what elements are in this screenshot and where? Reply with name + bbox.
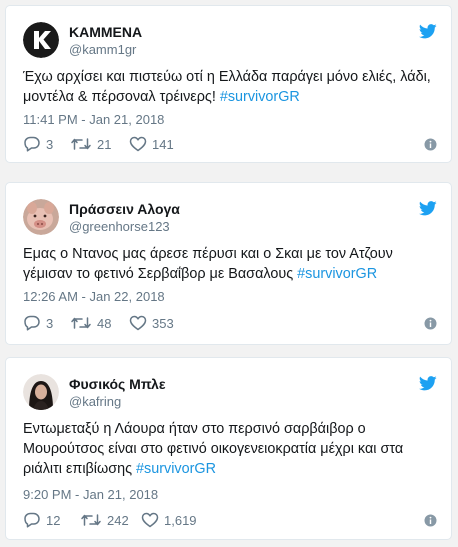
tweet-text-line: μοντέλα & πέρσοναλ τρέινερς!: [23, 89, 220, 105]
author-names: Φυσικός Μπλε @kafring: [69, 376, 165, 410]
author-names: ΚΑΜΜΕΝΑ @kamm1gr: [69, 24, 142, 58]
author-names: Πράσσειν Αλογα @greenhorse123: [69, 201, 180, 235]
tweet-card[interactable]: ΚΑΜΜΕΝΑ @kamm1gr Έχω αρχίσει και πιστεύω…: [5, 5, 452, 163]
retweet-icon: [71, 138, 91, 150]
heart-icon: [129, 136, 147, 152]
tweet-feed: ΚΑΜΜΕΝΑ @kamm1gr Έχω αρχίσει και πιστεύω…: [0, 0, 458, 547]
reply-icon: [24, 136, 40, 152]
user-handle[interactable]: @greenhorse123: [69, 218, 180, 235]
tweet-actions: 3 48 353: [23, 315, 437, 333]
reply-button[interactable]: 3: [23, 315, 53, 331]
reply-button[interactable]: 3: [23, 136, 53, 152]
heart-icon: [129, 315, 147, 331]
tweet-timestamp[interactable]: 12:26 AM - Jan 22, 2018: [23, 289, 165, 304]
reply-button[interactable]: 12: [23, 512, 60, 528]
tweet-text: Εντωμεταξύ η Λάουρα ήταν στο περσινό σαρ…: [23, 419, 437, 479]
like-count: 141: [152, 136, 174, 152]
reply-count: 3: [46, 315, 54, 331]
tweet-text-line: Έχω αρχίσει και πιστεύω οτί η Ελλάδα παρ…: [23, 69, 431, 85]
like-count: 1,619: [164, 512, 197, 528]
tweet-text-line: ριάλιτι επιβίωσης: [23, 461, 137, 477]
info-icon[interactable]: [424, 514, 437, 527]
like-button[interactable]: 353: [129, 315, 174, 331]
like-button[interactable]: 1,619: [141, 512, 197, 528]
twitter-bird-icon[interactable]: [419, 376, 437, 391]
info-icon[interactable]: [424, 138, 437, 151]
retweet-count: 48: [97, 315, 112, 331]
retweet-count: 21: [97, 136, 112, 152]
reply-icon: [24, 512, 40, 528]
like-button[interactable]: 141: [129, 136, 174, 152]
reply-count: 12: [46, 512, 61, 528]
retweet-icon: [71, 317, 91, 329]
tweet-actions: 3 21 141: [23, 136, 437, 154]
retweet-count: 242: [107, 512, 129, 528]
tweet-timestamp[interactable]: 11:41 PM - Jan 21, 2018: [23, 112, 164, 127]
reply-icon: [24, 315, 40, 331]
tweet-timestamp[interactable]: 9:20 PM - Jan 21, 2018: [23, 487, 158, 502]
tweet-text: Εμας ο Ντανος μας άρεσε πέρυσι και ο Σκα…: [23, 244, 437, 284]
kammena-logo-avatar[interactable]: [23, 22, 59, 58]
user-handle[interactable]: @kafring: [69, 393, 165, 410]
tweet-text: Έχω αρχίσει και πιστεύω οτί η Ελλάδα παρ…: [23, 67, 437, 107]
hashtag-link[interactable]: #survivorGR: [136, 461, 216, 477]
info-icon[interactable]: [424, 317, 437, 330]
woman-portrait-avatar[interactable]: [23, 374, 59, 410]
reply-count: 3: [46, 136, 54, 152]
display-name[interactable]: Πράσσειν Αλογα: [69, 201, 180, 218]
heart-icon: [141, 512, 159, 528]
tweet-actions: 12 242 1,619: [23, 512, 437, 530]
display-name[interactable]: ΚΑΜΜΕΝΑ: [69, 24, 142, 41]
retweet-button[interactable]: 21: [70, 136, 111, 152]
tweet-text-line: γέμισαν το φετινό Σερβαΐβορ με Βασαλους: [23, 266, 298, 282]
hashtag-link[interactable]: #survivorGR: [220, 89, 300, 105]
hashtag-link[interactable]: #survivorGR: [297, 266, 377, 282]
display-name[interactable]: Φυσικός Μπλε: [69, 376, 165, 393]
pig-photo-avatar[interactable]: [23, 199, 59, 235]
twitter-bird-icon[interactable]: [419, 201, 437, 216]
tweet-text-line: Εντωμεταξύ η Λάουρα ήταν στο περσινό σαρ…: [23, 421, 366, 437]
user-handle[interactable]: @kamm1gr: [69, 41, 142, 58]
tweet-card[interactable]: Φυσικός Μπλε @kafring Εντωμεταξύ η Λάουρ…: [5, 357, 452, 540]
like-count: 353: [152, 315, 174, 331]
tweet-card[interactable]: Πράσσειν Αλογα @greenhorse123 Εμας ο Ντα…: [5, 182, 452, 345]
retweet-button[interactable]: 48: [70, 315, 111, 331]
retweet-button[interactable]: 242: [80, 512, 129, 528]
twitter-bird-icon[interactable]: [419, 24, 437, 39]
retweet-icon: [81, 514, 101, 526]
tweet-text-line: Μουρούτσος είναι στο φετινό οικογενειοκρ…: [23, 441, 404, 457]
tweet-text-line: Εμας ο Ντανος μας άρεσε πέρυσι και ο Σκα…: [23, 246, 393, 262]
